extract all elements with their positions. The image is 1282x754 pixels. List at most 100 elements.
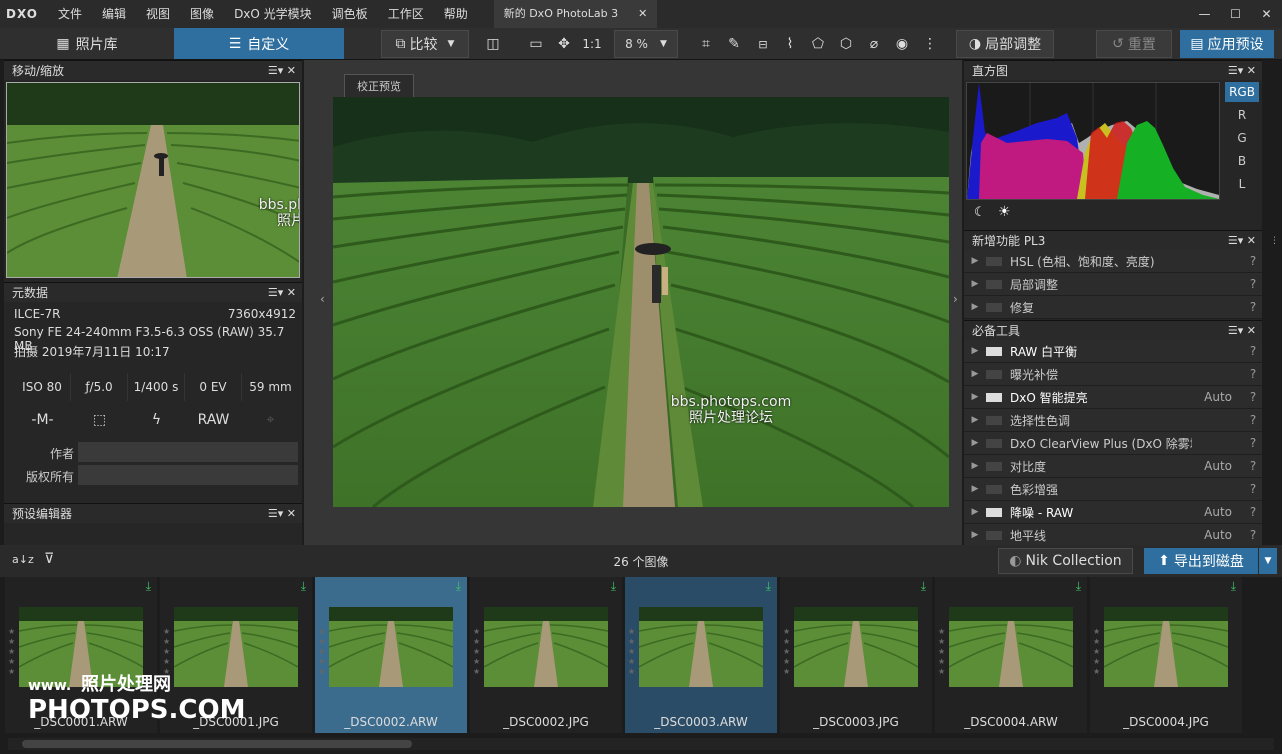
- tool-row[interactable]: ▶ DxO 智能提亮 Auto ?: [964, 386, 1262, 409]
- collapse-right-icon[interactable]: ›: [953, 292, 958, 306]
- maximize-button[interactable]: ☐: [1220, 0, 1251, 28]
- shadow-clipping-icon[interactable]: ☾: [974, 205, 986, 220]
- horizon-icon[interactable]: ⊟: [750, 30, 776, 58]
- expand-triangle-icon[interactable]: ▶: [964, 415, 986, 425]
- tool-row[interactable]: ▶ DxO ClearView Plus (DxO 除雾增强) ?: [964, 432, 1262, 455]
- eyedropper-icon[interactable]: ✎: [722, 30, 746, 58]
- tool-row[interactable]: ▶ HSL (色相、饱和度、亮度) ?: [964, 250, 1262, 273]
- help-icon[interactable]: ?: [1244, 459, 1262, 473]
- filmstrip-thumbnail[interactable]: ⤓ ★ ★ ★ ★ ★ _DSC0004.JPG: [1090, 577, 1242, 733]
- menu-optics[interactable]: DxO 光学模块: [224, 0, 322, 28]
- tab-photolibrary[interactable]: ▦ 照片库: [0, 28, 174, 59]
- rating-stars[interactable]: ★ ★ ★ ★ ★: [318, 627, 328, 677]
- tool-row[interactable]: ▶ 色彩增强 ?: [964, 478, 1262, 501]
- expand-triangle-icon[interactable]: ▶: [964, 507, 986, 517]
- navigator-thumbnail[interactable]: bbs.photops.com 照片处理论坛: [6, 82, 300, 278]
- panel-menu-icon[interactable]: ☰▾ ✕: [1228, 324, 1262, 337]
- tab-customize[interactable]: ☰ 自定义: [174, 28, 344, 59]
- fit-screen-icon[interactable]: ▭: [522, 30, 550, 58]
- export-dropdown-icon[interactable]: ▼: [1259, 548, 1277, 574]
- collapse-left-icon[interactable]: ‹: [320, 292, 325, 306]
- tool-row[interactable]: ▶ 修复 ?: [964, 296, 1262, 319]
- help-icon[interactable]: ?: [1244, 367, 1262, 381]
- export-button[interactable]: ⬆ 导出到磁盘: [1144, 548, 1258, 574]
- tool-row[interactable]: ▶ 降噪 - RAW Auto ?: [964, 501, 1262, 524]
- expand-triangle-icon[interactable]: ▶: [964, 302, 986, 312]
- filter-icon[interactable]: ⊽: [44, 551, 54, 567]
- zoom-select[interactable]: 8 % ▼: [614, 30, 678, 58]
- tool-toggle[interactable]: [986, 415, 1002, 425]
- expand-triangle-icon[interactable]: ▶: [964, 369, 986, 379]
- rating-stars[interactable]: ★ ★ ★ ★ ★: [1093, 627, 1103, 677]
- rating-stars[interactable]: ★ ★ ★ ★ ★: [473, 627, 483, 677]
- expand-triangle-icon[interactable]: ▶: [964, 530, 986, 540]
- tool-row[interactable]: ▶ 曝光补偿 ?: [964, 363, 1262, 386]
- expand-triangle-icon[interactable]: ▶: [964, 392, 986, 402]
- zoom-100-button[interactable]: 1:1: [578, 30, 606, 58]
- tool-toggle[interactable]: [986, 279, 1002, 289]
- filmstrip-thumbnail[interactable]: ⤓ ★ ★ ★ ★ ★ _DSC0002.JPG: [470, 577, 622, 733]
- tool-toggle[interactable]: [986, 438, 1002, 448]
- panel-menu-icon[interactable]: ☰▾ ✕: [268, 286, 302, 299]
- perspective-icon[interactable]: ⌇: [778, 30, 802, 58]
- new-features-header[interactable]: 新增功能 PL3 ☰▾ ✕: [964, 230, 1262, 250]
- metadata-header[interactable]: 元数据 ☰▾ ✕: [4, 282, 302, 302]
- menu-image[interactable]: 图像: [180, 0, 224, 28]
- tool-toggle[interactable]: [986, 507, 1002, 517]
- filmstrip-thumbnail[interactable]: ⤓ ★ ★ ★ ★ ★ _DSC0002.ARW: [315, 577, 467, 733]
- copyright-field[interactable]: [78, 465, 298, 485]
- preset-editor-header[interactable]: 预设编辑器 ☰▾ ✕: [4, 503, 302, 523]
- help-icon[interactable]: ?: [1244, 390, 1262, 404]
- filmstrip-scroll-thumb[interactable]: [22, 740, 412, 748]
- tool-toggle[interactable]: [986, 461, 1002, 471]
- menu-view[interactable]: 视图: [136, 0, 180, 28]
- tool-toggle[interactable]: [986, 369, 1002, 379]
- expand-triangle-icon[interactable]: ▶: [964, 438, 986, 448]
- repair-icon[interactable]: ⌀: [862, 30, 886, 58]
- expand-triangle-icon[interactable]: ▶: [964, 484, 986, 494]
- menu-file[interactable]: 文件: [48, 0, 92, 28]
- tool-row[interactable]: ▶ 选择性色调 ?: [964, 409, 1262, 432]
- help-icon[interactable]: ?: [1244, 436, 1262, 450]
- tool-row[interactable]: ▶ 对比度 Auto ?: [964, 455, 1262, 478]
- help-icon[interactable]: ?: [1244, 277, 1262, 291]
- menu-palettes[interactable]: 调色板: [322, 0, 378, 28]
- tool-toggle[interactable]: [986, 392, 1002, 402]
- rating-stars[interactable]: ★ ★ ★ ★ ★: [628, 627, 638, 677]
- tool-toggle[interactable]: [986, 256, 1002, 266]
- author-field[interactable]: [78, 442, 298, 462]
- tool-toggle[interactable]: [986, 302, 1002, 312]
- filmstrip-thumbnail[interactable]: ⤓ ★ ★ ★ ★ ★ _DSC0003.JPG: [780, 577, 932, 733]
- minimize-button[interactable]: —: [1189, 0, 1220, 28]
- nik-collection-button[interactable]: ◐ Nik Collection: [998, 548, 1133, 574]
- right-panel-scrollbar[interactable]: ⋮: [1266, 60, 1280, 545]
- document-tab[interactable]: 新的 DxO PhotoLab 3 ✕: [493, 0, 658, 28]
- help-icon[interactable]: ?: [1244, 300, 1262, 314]
- split-view-icon[interactable]: ◫: [478, 30, 508, 58]
- close-button[interactable]: ✕: [1251, 0, 1282, 28]
- highlight-clipping-icon[interactable]: ☀: [998, 204, 1011, 220]
- help-icon[interactable]: ?: [1244, 344, 1262, 358]
- histogram-header[interactable]: 直方图 ☰▾ ✕: [964, 60, 1262, 80]
- rating-stars[interactable]: ★ ★ ★ ★ ★: [8, 627, 18, 677]
- channel-l[interactable]: L: [1225, 174, 1259, 194]
- expand-triangle-icon[interactable]: ▶: [964, 279, 986, 289]
- tool-toggle[interactable]: [986, 484, 1002, 494]
- tool-row[interactable]: ▶ 局部调整 ?: [964, 273, 1262, 296]
- crop-icon[interactable]: ⌗: [694, 30, 718, 58]
- essential-tools-header[interactable]: 必备工具 ☰▾ ✕: [964, 320, 1262, 340]
- tool-row[interactable]: ▶ 地平线 Auto ?: [964, 524, 1262, 547]
- main-image[interactable]: bbs.photops.com 照片处理论坛: [333, 97, 949, 507]
- navigator-header[interactable]: 移动/缩放 ☰▾ ✕: [4, 60, 302, 80]
- help-icon[interactable]: ?: [1244, 505, 1262, 519]
- menu-edit[interactable]: 编辑: [92, 0, 136, 28]
- help-icon[interactable]: ?: [1244, 254, 1262, 268]
- help-icon[interactable]: ?: [1244, 482, 1262, 496]
- channel-g[interactable]: G: [1225, 128, 1259, 148]
- filmstrip-thumbnail[interactable]: ⤓ ★ ★ ★ ★ ★ _DSC0004.ARW: [935, 577, 1087, 733]
- perspective-8pt-icon[interactable]: ⬡: [834, 30, 858, 58]
- channel-b[interactable]: B: [1225, 151, 1259, 171]
- panel-menu-icon[interactable]: ☰▾ ✕: [1228, 64, 1262, 77]
- reset-button[interactable]: ↺ 重置: [1096, 30, 1172, 58]
- panel-menu-icon[interactable]: ☰▾ ✕: [268, 507, 302, 520]
